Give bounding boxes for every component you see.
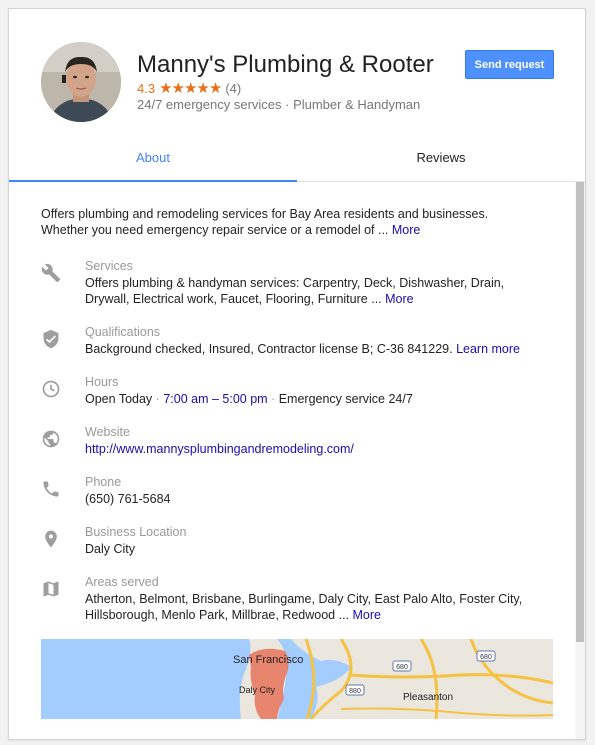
services-value: Offers plumbing & handyman services: Car… (85, 275, 540, 307)
qualifications-row: Qualifications Background checked, Insur… (41, 325, 541, 359)
phone-row: Phone (650) 761-5684 (41, 475, 541, 509)
highway-680-b: 680 (480, 654, 492, 661)
services-more-link[interactable]: More (385, 292, 413, 306)
business-card: Manny's Plumbing & Rooter 4.3 ★★★★★ (4) … (8, 8, 586, 740)
business-header: Manny's Plumbing & Rooter 4.3 ★★★★★ (4) … (9, 9, 585, 182)
hours-label: Hours (85, 375, 119, 389)
hours-open-today: Open Today (85, 392, 153, 406)
globe-icon (42, 430, 60, 448)
areas-label: Areas served (85, 575, 159, 589)
business-subtitle: 24/7 emergency services · Plumber & Hand… (137, 97, 421, 112)
location-label: Business Location (85, 525, 187, 539)
map-label-san-francisco: San Francisco (233, 654, 303, 666)
wrench-icon (41, 263, 61, 283)
tab-bar: About Reviews (9, 141, 585, 182)
rating-stars-icon: ★★★★★ (159, 80, 222, 97)
website-row: Website http://www.mannysplumbingandremo… (41, 425, 541, 459)
areas-row: Areas served Atherton, Belmont, Brisbane… (41, 575, 541, 625)
hours-row: Hours Open Today · 7:00 am – 5:00 pm · E… (41, 375, 541, 409)
hours-value: Open Today · 7:00 am – 5:00 pm · Emergen… (85, 391, 540, 407)
areas-more-link[interactable]: More (353, 608, 381, 622)
services-text: Offers plumbing & handyman services: Car… (85, 276, 505, 306)
website-label: Website (85, 425, 130, 439)
clock-icon (42, 380, 60, 398)
qualifications-learn-more-link[interactable]: Learn more (456, 342, 520, 356)
description-ellipsis: ... (377, 223, 389, 237)
tab-about[interactable]: About (9, 141, 297, 182)
hours-separator: · (155, 392, 160, 406)
map-pin-icon (45, 530, 57, 548)
tab-reviews[interactable]: Reviews (297, 141, 585, 181)
shield-check-icon (43, 329, 59, 349)
areas-value: Atherton, Belmont, Brisbane, Burlingame,… (85, 591, 540, 623)
qualifications-label: Qualifications (85, 325, 161, 339)
description-text: Offers plumbing and remodeling services … (41, 207, 489, 237)
website-link: http://www.mannysplumbingandremodeling.c… (85, 441, 540, 457)
location-value: Daly City (85, 542, 136, 556)
phone-icon (43, 481, 59, 497)
services-ellipsis: ... (371, 292, 382, 306)
rating-value: 4.3 (137, 80, 156, 96)
location-row: Business Location Daly City (41, 525, 541, 559)
business-description: Offers plumbing and remodeling services … (41, 206, 531, 238)
hours-time-range[interactable]: 7:00 am – 5:00 pm (163, 392, 267, 406)
hours-separator: · (271, 392, 276, 406)
areas-text: Atherton, Belmont, Brisbane, Burlingame,… (85, 592, 523, 622)
phone-label: Phone (85, 475, 122, 489)
qualifications-text: Background checked, Insured, Contractor … (85, 342, 453, 356)
website-url-link[interactable]: http://www.mannysplumbingandremodeling.c… (85, 442, 354, 456)
review-count[interactable]: (4) (225, 81, 241, 96)
business-name: Manny's Plumbing & Rooter (137, 51, 434, 78)
scrollbar[interactable] (575, 182, 585, 739)
hours-emergency: Emergency service 24/7 (278, 392, 413, 406)
areas-ellipsis: ... (338, 608, 350, 622)
services-label: Services (85, 259, 133, 273)
highway-880: 880 (349, 688, 361, 695)
description-more-link[interactable]: More (392, 223, 420, 237)
about-panel: Offers plumbing and remodeling services … (9, 182, 575, 739)
highway-680-a: 680 (396, 664, 408, 671)
service-area-map[interactable]: 680 680 880 San Francisco Daly City Plea… (41, 639, 553, 719)
scrollbar-thumb[interactable] (576, 182, 584, 642)
send-request-button[interactable]: Send request (465, 50, 554, 79)
phone-value[interactable]: (650) 761-5684 (85, 491, 540, 507)
qualifications-value: Background checked, Insured, Contractor … (85, 341, 540, 357)
services-row: Services Offers plumbing & handyman serv… (41, 259, 541, 309)
map-icon (43, 581, 59, 597)
business-rating: 4.3 ★★★★★ (4) (137, 79, 241, 97)
business-avatar (41, 42, 121, 122)
map-label-pleasanton: Pleasanton (403, 692, 453, 703)
map-label-daly-city: Daly City (239, 685, 276, 695)
